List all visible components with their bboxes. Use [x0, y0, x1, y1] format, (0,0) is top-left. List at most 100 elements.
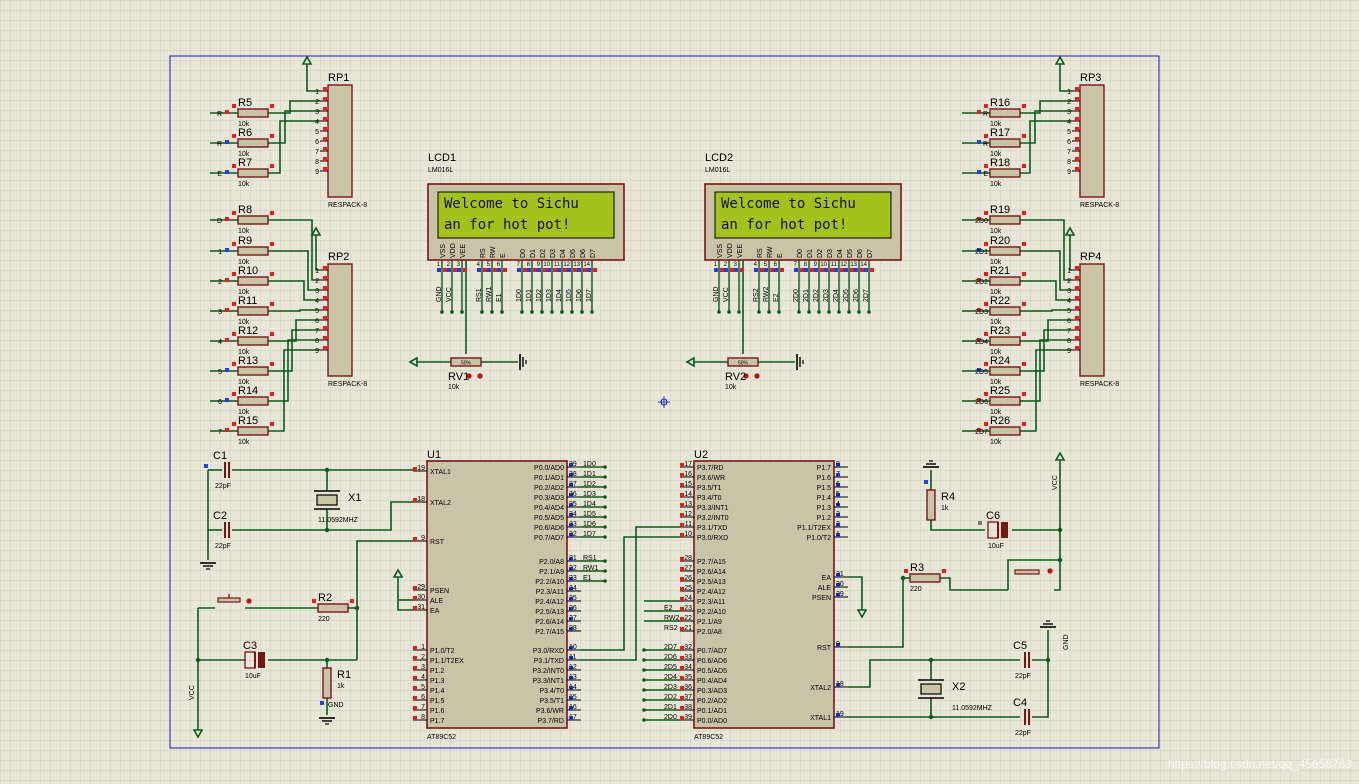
respack-type: RESPACK-8: [1080, 202, 1119, 209]
vcc-label: VCC: [189, 685, 196, 700]
respack-pin-number: 2: [1067, 99, 1071, 106]
pin-marker: [730, 268, 734, 272]
respack-pin-number: 6: [315, 139, 319, 146]
pin-marker: [1022, 362, 1026, 366]
u2-pin-number: 30: [836, 581, 844, 588]
u2-net-label: 2D5: [664, 664, 677, 671]
u1-pin-name: P1.5: [430, 698, 445, 705]
u1-pin-number: 38: [569, 471, 577, 478]
u1-pin-number: 3: [421, 664, 425, 671]
pin-marker: [573, 268, 577, 272]
junction-dot: [900, 575, 906, 581]
net-label: 2D6: [975, 399, 988, 406]
u2-net-label: 2D6: [664, 654, 677, 661]
pin-marker: [984, 332, 988, 336]
resistor-ref: R17: [990, 127, 1010, 139]
lcd1-pin-name: D5: [570, 249, 577, 258]
respack-rp3: [1079, 84, 1105, 198]
lcd2-pin-name: RW: [767, 246, 774, 258]
pin-marker: [1022, 422, 1026, 426]
crystal-x2-value: 11.0592MHZ: [952, 705, 993, 712]
respack-pin-number: 3: [1067, 109, 1071, 116]
respack-pin-number: 9: [315, 169, 319, 176]
respack-pin-number: 9: [315, 348, 319, 355]
wire-end-dot: [540, 310, 544, 314]
resistor-ref: R20: [990, 235, 1010, 247]
resistor-r5: [237, 108, 269, 118]
capacitor-ref: C4: [1013, 697, 1027, 709]
resistor-r2: [317, 603, 349, 613]
net-label: E: [983, 171, 988, 178]
wire-end-dot: [797, 310, 801, 314]
wire-end-dot: [603, 525, 607, 529]
u1-pin-name: P0.3/AD3: [534, 495, 564, 502]
u1-net-label: RS1: [583, 555, 597, 562]
respack-pin-number: 8: [315, 159, 319, 166]
respack-pin-number: 6: [1067, 139, 1071, 146]
pin-marker: [413, 666, 417, 670]
u1-pin-number: 8: [421, 714, 425, 721]
u1-net-label: 1D4: [583, 501, 596, 508]
resistor-r19: [989, 215, 1021, 225]
u1-pin-name: XTAL2: [430, 500, 451, 507]
u1-pin-name: PSEN: [430, 588, 449, 595]
respack-pin-number: 1: [315, 89, 319, 96]
lcd1-pot-value: 10k: [448, 384, 460, 391]
u2-pin-name: P0.0/AD0: [697, 718, 727, 725]
pin-marker: [1075, 117, 1079, 121]
u1-pin-name: P0.1/AD1: [534, 475, 564, 482]
resistor-ref: R10: [238, 265, 258, 277]
resistor-r6: [237, 138, 269, 148]
u1-pin-name: XTAL1: [430, 469, 451, 476]
pin-marker: [984, 104, 988, 108]
lcd1-net-label: 1D4: [556, 289, 563, 302]
pin-marker: [1075, 266, 1079, 270]
u1-pin-number: 21: [569, 555, 577, 562]
u2-pin-number: 13: [684, 501, 692, 508]
u2-pin-number: 31: [836, 571, 844, 578]
pin-marker: [942, 569, 946, 573]
respack-pin-number: 3: [315, 109, 319, 116]
pin-marker: [794, 268, 798, 272]
resistor-ref: R22: [990, 295, 1010, 307]
u1-pin-name: P1.2: [430, 668, 445, 675]
gnd-label: GND: [328, 702, 344, 709]
wire-end-dot: [490, 310, 494, 314]
u1-pin-number: 23: [569, 575, 577, 582]
respack-pin-number: 1: [315, 268, 319, 275]
u2-pin-name: P2.7/A15: [697, 559, 726, 566]
pin-marker: [225, 217, 229, 221]
lcd1-pin-number: 13: [573, 262, 580, 268]
u1-pin-name: P0.6/AD6: [534, 525, 564, 532]
u2-pin-number: 38: [684, 704, 692, 711]
capacitor-ref: C3: [243, 640, 257, 652]
respack-pin-number: 5: [315, 308, 319, 315]
lcd1-pin-name: D0: [520, 249, 527, 258]
pin-marker: [1022, 134, 1026, 138]
junction-dot: [354, 605, 360, 611]
pin-marker: [577, 268, 581, 272]
pin-marker: [1075, 127, 1079, 131]
pin-marker: [323, 167, 327, 171]
u2-pin-number: 1: [836, 531, 840, 538]
respack-pin-number: 4: [315, 119, 319, 126]
u1-pin-name: P0.0/AD0: [534, 465, 564, 472]
u2-pin-number: 39: [684, 714, 692, 721]
pin-marker: [904, 569, 908, 573]
pin-marker: [232, 392, 236, 396]
respack-rp2: [327, 263, 353, 377]
respack-ref: RP3: [1080, 72, 1101, 84]
pin-marker: [1075, 157, 1079, 161]
pin-marker: [483, 268, 487, 272]
u2-pin-name: P2.1/A9: [697, 619, 722, 626]
u2-pin-number: 6: [836, 481, 840, 488]
pin-marker: [323, 97, 327, 101]
u2-pin-number: 18: [836, 681, 844, 688]
pin-marker: [1075, 87, 1079, 91]
lcd1-pin-name: VDD: [450, 243, 457, 258]
reset-button-1: [217, 597, 241, 603]
resistor-value: 10k: [990, 228, 1002, 235]
lcd1-pin-number: 14: [583, 262, 590, 268]
u2-pin-name: P1.2: [817, 515, 832, 522]
pin-marker: [854, 268, 858, 272]
